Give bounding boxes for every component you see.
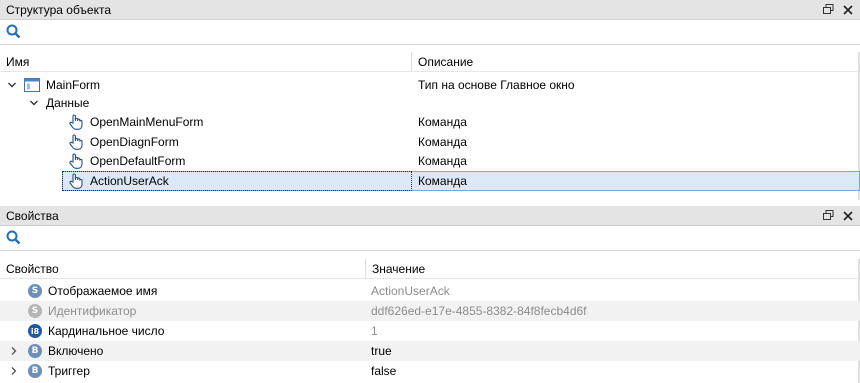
structure-panel-title: Структура объекта [6,2,112,17]
string-type-icon: S [28,284,42,298]
tree-row-description: Команда [418,174,467,188]
chevron-down-icon[interactable] [6,79,18,91]
column-header-value[interactable]: Значение [366,259,425,278]
property-value[interactable]: false [371,361,396,381]
property-row-display-name[interactable]: S Отображаемое имя ActionUserAck [0,281,860,301]
restore-window-icon[interactable] [820,208,836,224]
property-value[interactable]: ActionUserAck [371,281,450,301]
search-icon[interactable] [6,24,21,42]
tree-row-mainform[interactable]: MainForm [6,75,100,95]
property-name: Триггер [48,364,90,378]
column-header-description[interactable]: Описание [412,52,473,71]
property-value[interactable]: true [371,341,392,361]
property-name: Идентификатор [48,304,137,318]
chevron-right-icon[interactable] [8,345,20,357]
chevron-right-icon[interactable] [8,365,20,377]
column-header-property[interactable]: Свойство [0,259,366,278]
property-name: Включено [48,344,104,358]
property-name: Отображаемое имя [48,284,158,298]
properties-search-bar[interactable] [0,227,860,251]
tree-row-label: OpenDefaultForm [90,154,186,168]
hand-pointer-icon [68,114,84,130]
tree-row-openmainmenuform[interactable]: OpenMainMenuForm [68,112,203,132]
close-icon[interactable] [840,2,856,18]
form-icon [24,77,40,93]
column-header-name[interactable]: Имя [0,52,412,71]
tree-row-label: ActionUserAck [90,174,169,188]
structure-column-headers: Имя Описание [0,52,860,72]
hand-pointer-icon [68,153,84,169]
tree-row-description: Команда [418,115,467,129]
tree-row-opendefaultform[interactable]: OpenDefaultForm [68,151,185,171]
properties-column-headers: Свойство Значение [0,259,860,279]
chevron-down-icon[interactable] [28,97,40,109]
tree-row-actionuserack[interactable]: ActionUserAck [68,171,169,191]
tree-row-description: Команда [418,135,467,149]
tree-row-label: Данные [46,96,90,110]
property-row-cardinality[interactable]: i8 Кардинальное число 1 [0,321,860,341]
integer-type-icon: i8 [28,324,42,338]
hand-pointer-icon [68,173,84,189]
tree-row-label: OpenMainMenuForm [90,115,204,129]
property-row-enabled[interactable]: B Включено true [0,341,860,361]
tree-row-data[interactable]: Данные [28,93,89,113]
boolean-type-icon: B [28,344,42,358]
properties-panel-title: Свойства [6,208,59,223]
tree-row-description: Тип на основе Главное окно [418,78,575,92]
properties-panel-header: Свойства [0,206,860,226]
structure-search-bar[interactable] [0,21,860,45]
string-type-icon: S [28,304,42,318]
search-icon[interactable] [6,230,21,248]
tree-row-description: Команда [418,154,467,168]
tree-row-label: MainForm [46,78,101,92]
tree-row-label: OpenDiagnForm [90,135,179,149]
restore-window-icon[interactable] [820,2,836,18]
property-name: Кардинальное число [48,324,165,338]
boolean-type-icon: B [28,364,42,378]
property-row-identifier[interactable]: S Идентификатор ddf626ed-e17e-4855-8382-… [0,301,860,321]
property-value[interactable]: ddf626ed-e17e-4855-8382-84f8fecb4d6f [371,301,587,321]
hand-pointer-icon [68,134,84,150]
property-row-trigger[interactable]: B Триггер false [0,361,860,381]
tree-row-opendiagnform[interactable]: OpenDiagnForm [68,132,179,152]
property-value[interactable]: 1 [371,321,378,341]
close-icon[interactable] [840,208,856,224]
structure-panel-header: Структура объекта [0,0,860,20]
